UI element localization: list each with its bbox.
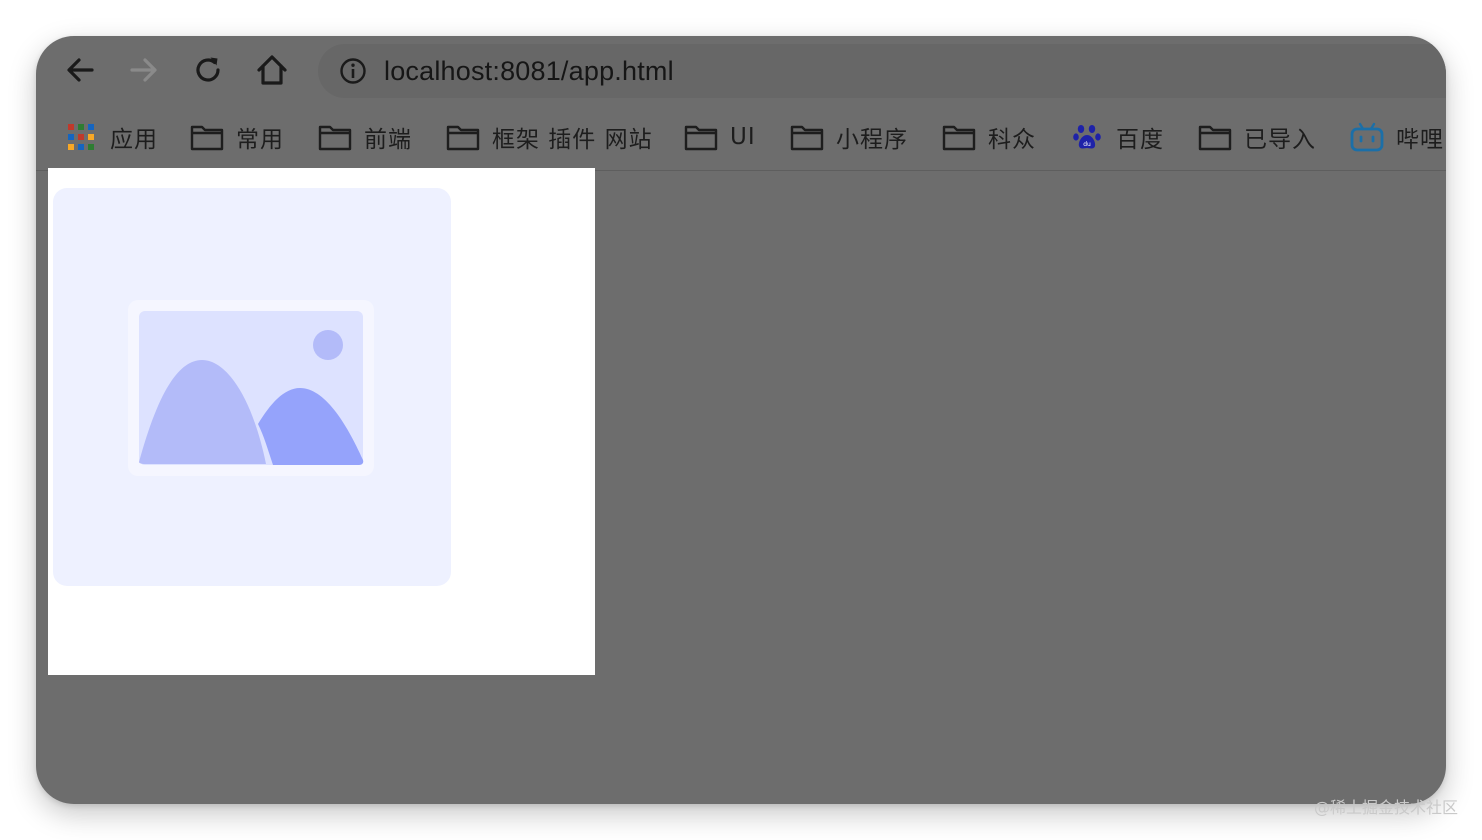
info-icon[interactable]	[338, 56, 368, 86]
folder-icon	[318, 122, 352, 152]
screenshot-page: localhost:8081/app.html 应用 常用 前端 框架 插件 网…	[0, 0, 1482, 840]
folder-icon	[684, 122, 718, 152]
bookmark-label: 百度	[1116, 127, 1164, 153]
folder-icon	[790, 122, 824, 152]
bookmark-label: 小程序	[836, 127, 908, 153]
page-viewport	[48, 168, 595, 675]
address-bar[interactable]: localhost:8081/app.html	[318, 44, 1446, 98]
bookmark-folder-frameworks[interactable]: 框架 插件 网站	[446, 116, 653, 158]
bookmark-folder-frontend[interactable]: 前端	[318, 116, 412, 158]
bookmark-label: UI	[730, 124, 756, 150]
bookmark-label: 哔哩	[1396, 127, 1444, 153]
bilibili-tv-icon	[1350, 122, 1384, 152]
back-button[interactable]	[60, 50, 100, 90]
bookmark-label: 科众	[988, 127, 1036, 153]
browser-window: localhost:8081/app.html 应用 常用 前端 框架 插件 网…	[36, 36, 1446, 804]
arrow-right-icon	[130, 58, 157, 82]
arrow-left-icon	[67, 58, 94, 82]
bookmark-folder-ui[interactable]: UI	[684, 116, 756, 158]
image-placeholder-card	[53, 188, 451, 586]
bookmark-label: 应用	[110, 127, 158, 153]
home-icon	[257, 55, 287, 85]
bookmark-bilibili[interactable]: 哔哩	[1350, 116, 1444, 158]
bookmark-apps[interactable]: 应用	[64, 116, 158, 158]
watermark: @稀土掘金技术社区	[1313, 798, 1458, 817]
bookmark-label: 框架 插件 网站	[492, 127, 653, 153]
bookmark-folder-kezhong[interactable]: 科众	[942, 116, 1036, 158]
folder-icon	[190, 122, 224, 152]
url-text: localhost:8081/app.html	[384, 55, 674, 86]
folder-icon	[1198, 122, 1232, 152]
browser-toolbar: localhost:8081/app.html	[36, 36, 1446, 104]
bookmark-folder-miniprogram[interactable]: 小程序	[790, 116, 908, 158]
baidu-paw-icon: du	[1070, 122, 1104, 152]
bookmark-folder-common[interactable]: 常用	[190, 116, 284, 158]
bookmark-label: 前端	[364, 127, 412, 153]
home-button[interactable]	[252, 50, 292, 90]
folder-icon	[942, 122, 976, 152]
bookmark-label: 已导入	[1244, 127, 1316, 153]
forward-button[interactable]	[124, 50, 164, 90]
bookmark-label: 常用	[236, 127, 284, 153]
svg-text:du: du	[1083, 141, 1091, 148]
bookmark-folder-imported[interactable]: 已导入	[1198, 116, 1316, 158]
image-placeholder-icon	[128, 300, 374, 476]
reload-icon	[196, 57, 220, 82]
apps-grid-icon	[64, 122, 98, 152]
folder-icon	[446, 122, 480, 152]
bookmarks-bar: 应用 常用 前端 框架 插件 网站 UI 小程序 科众 du 百度 已导入 哔哩	[36, 116, 1446, 158]
bookmark-baidu[interactable]: du 百度	[1070, 116, 1164, 158]
reload-button[interactable]	[188, 50, 228, 90]
